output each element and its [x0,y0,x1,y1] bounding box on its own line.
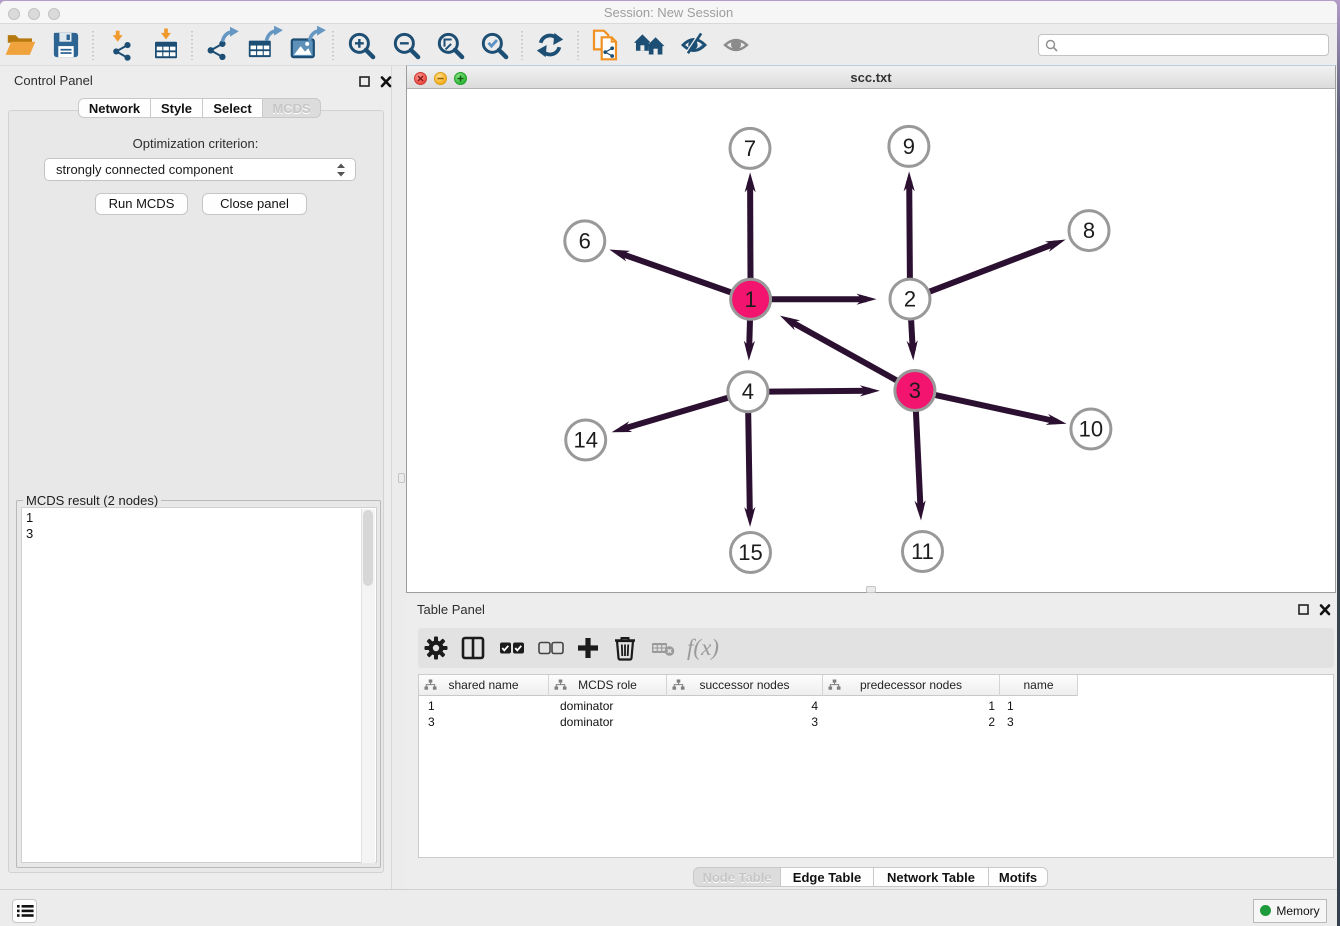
svg-text:3: 3 [909,378,921,403]
svg-text:14: 14 [573,428,597,453]
svg-text:6: 6 [579,228,591,253]
svg-text:9: 9 [903,134,915,159]
svg-text:7: 7 [744,136,756,161]
svg-text:4: 4 [742,379,754,404]
svg-text:8: 8 [1083,218,1095,243]
svg-text:10: 10 [1079,417,1103,442]
svg-text:15: 15 [738,540,762,565]
svg-text:1: 1 [744,287,756,312]
svg-text:f(x): f(x) [687,635,719,660]
svg-text:11: 11 [911,539,934,564]
svg-text:2: 2 [904,287,916,312]
